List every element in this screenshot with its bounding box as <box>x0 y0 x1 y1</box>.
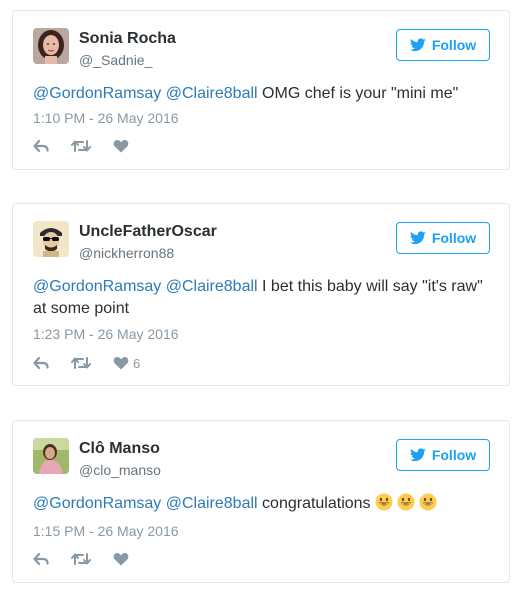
tweet-actions: 6 <box>33 355 162 371</box>
tweet-card[interactable]: UncleFatherOscar @nickherron88 Follow @G… <box>12 203 510 386</box>
follow-button[interactable]: Follow <box>396 439 490 471</box>
heart-icon <box>113 357 129 370</box>
grinning-face-emoji-icon <box>375 493 393 511</box>
heart-icon <box>113 553 129 566</box>
mention-link[interactable]: @GordonRamsay <box>33 278 161 295</box>
tweet-card[interactable]: Clô Manso @clo_manso Follow @GordonRamsa… <box>12 420 510 583</box>
mention-link[interactable]: @Claire8ball <box>166 278 258 295</box>
mention-link[interactable]: @Claire8ball <box>166 85 258 102</box>
tweet-body: OMG chef is your "mini me" <box>257 85 459 102</box>
avatar[interactable] <box>33 28 69 64</box>
reply-button[interactable] <box>33 356 49 370</box>
avatar[interactable] <box>33 438 69 474</box>
follow-button[interactable]: Follow <box>396 222 490 254</box>
follow-label: Follow <box>431 230 477 246</box>
like-button[interactable] <box>113 552 133 566</box>
display-name[interactable]: Clô Manso <box>79 440 160 458</box>
reply-icon <box>33 552 49 566</box>
follow-label: Follow <box>431 447 477 463</box>
like-button[interactable]: 6 <box>113 356 140 371</box>
grinning-face-emoji-icon <box>397 493 415 511</box>
retweet-icon <box>71 140 91 152</box>
reply-icon <box>33 356 49 370</box>
mention-link[interactable]: @GordonRamsay <box>33 495 161 512</box>
user-handle[interactable]: @_Sadnie_ <box>79 52 152 68</box>
follow-button[interactable]: Follow <box>396 29 490 61</box>
reply-button[interactable] <box>33 552 49 566</box>
twitter-bird-icon <box>409 448 426 462</box>
retweet-icon <box>71 553 91 565</box>
grinning-face-emoji-icon <box>419 493 437 511</box>
tweet-text: @GordonRamsay @Claire8ball congratulatio… <box>33 493 489 515</box>
timestamp-link[interactable]: 1:15 PM - 26 May 2016 <box>33 523 179 539</box>
timestamp-link[interactable]: 1:23 PM - 26 May 2016 <box>33 326 179 342</box>
woman-outdoor-avatar-icon <box>33 438 69 474</box>
reply-icon <box>33 139 49 153</box>
tweet-body: congratulations <box>257 495 371 512</box>
timestamp-link[interactable]: 1:10 PM - 26 May 2016 <box>33 110 179 126</box>
tweet-actions <box>33 551 155 567</box>
tweet-feed: Sonia Rocha @_Sadnie_ Follow @GordonRams… <box>0 0 524 598</box>
tweet-actions <box>33 138 155 154</box>
retweet-button[interactable] <box>71 356 91 370</box>
tweet-text: @GordonRamsay @Claire8ball I bet this ba… <box>33 276 489 320</box>
heart-icon <box>113 140 129 153</box>
user-handle[interactable]: @clo_manso <box>79 462 161 478</box>
mention-link[interactable]: @Claire8ball <box>166 495 258 512</box>
mention-link[interactable]: @GordonRamsay <box>33 85 161 102</box>
woman-portrait-avatar-icon <box>33 28 69 64</box>
twitter-bird-icon <box>409 38 426 52</box>
follow-label: Follow <box>431 37 477 53</box>
retweet-button[interactable] <box>71 552 91 566</box>
display-name[interactable]: UncleFatherOscar <box>79 223 217 241</box>
reply-button[interactable] <box>33 139 49 153</box>
man-sunglasses-avatar-icon <box>33 221 69 257</box>
display-name[interactable]: Sonia Rocha <box>79 30 176 48</box>
like-button[interactable] <box>113 139 133 153</box>
tweet-text: @GordonRamsay @Claire8ball OMG chef is y… <box>33 83 489 105</box>
user-handle[interactable]: @nickherron88 <box>79 245 174 261</box>
tweet-card[interactable]: Sonia Rocha @_Sadnie_ Follow @GordonRams… <box>12 10 510 170</box>
retweet-button[interactable] <box>71 139 91 153</box>
like-count: 6 <box>133 355 141 371</box>
avatar[interactable] <box>33 221 69 257</box>
retweet-icon <box>71 357 91 369</box>
twitter-bird-icon <box>409 231 426 245</box>
